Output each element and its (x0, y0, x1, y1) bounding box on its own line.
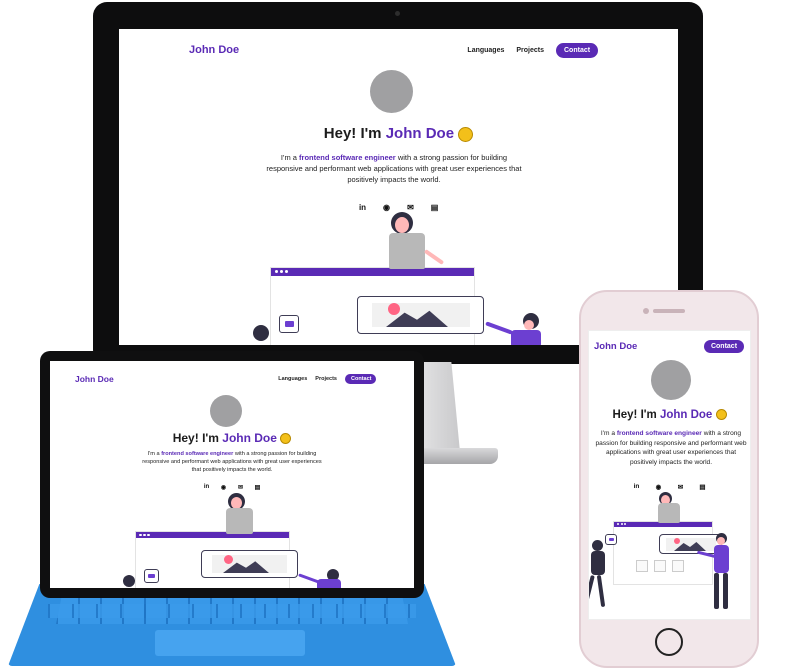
resume-icon[interactable]: ▤ (692, 483, 714, 491)
linkedin-icon[interactable]: in (626, 483, 648, 491)
browser-titlebar (271, 268, 474, 276)
avatar (651, 360, 691, 400)
phone-device: John Doe Contact Hey! I'm John Doe I'm a… (579, 290, 759, 668)
nav-link-projects[interactable]: Projects (315, 376, 337, 382)
hero-bio: I'm a frontend software engineer with a … (264, 153, 524, 186)
hero-name: John Doe (659, 409, 713, 421)
bio-highlight: frontend software engineer (161, 451, 234, 457)
nav-link-languages[interactable]: Languages (278, 376, 307, 382)
brand-logo[interactable]: John Doe (75, 374, 114, 384)
resume-icon[interactable]: ▤ (249, 484, 266, 491)
nav-link-projects[interactable]: Projects (516, 47, 544, 54)
brand-logo[interactable]: John Doe (594, 341, 637, 352)
waving-hand-icon (458, 126, 474, 142)
brand-logo[interactable]: John Doe (189, 44, 239, 56)
contact-button[interactable]: Contact (704, 339, 744, 353)
hero-greeting: Hey! I'm (323, 125, 382, 142)
mail-icon[interactable]: ✉ (232, 484, 249, 491)
github-icon[interactable]: ◉ (215, 484, 232, 491)
hero-bio: I'm a frontend software engineer with a … (595, 429, 747, 467)
hero-illustration (120, 493, 350, 588)
portfolio-site-tablet: John Doe Languages Projects Contact Hey!… (50, 361, 414, 588)
social-links: in ◉ ✉ ▤ (589, 483, 750, 491)
webcam-icon (395, 11, 400, 16)
folder-icon (279, 315, 299, 333)
bio-lead: I'm a (280, 153, 297, 162)
home-button[interactable] (655, 628, 683, 656)
github-icon[interactable]: ◉ (648, 483, 670, 491)
image-card-graphic (659, 534, 722, 554)
trackpad (155, 630, 305, 656)
tablet-screen: John Doe Languages Projects Contact Hey!… (50, 361, 414, 588)
nav-link-languages[interactable]: Languages (467, 47, 504, 54)
hero-name: John Doe (222, 431, 277, 445)
waving-hand-icon (715, 409, 727, 421)
bio-lead: I'm a (600, 430, 615, 437)
front-camera-icon (643, 308, 649, 314)
person-face (395, 217, 409, 233)
avatar (370, 70, 413, 113)
hero-heading: Hey! I'm John Doe (50, 431, 414, 445)
speaker-grille (653, 309, 685, 313)
linkedin-icon[interactable]: in (198, 484, 215, 491)
person-shirt (389, 233, 425, 269)
bio-highlight: frontend software engineer (299, 153, 396, 162)
folder-icon (605, 534, 617, 545)
mail-icon[interactable]: ✉ (670, 483, 692, 491)
portfolio-site-mobile: John Doe Contact Hey! I'm John Doe I'm a… (589, 331, 750, 619)
hero-greeting: Hey! I'm (172, 431, 219, 445)
bio-lead: I'm a (147, 451, 160, 457)
hero-name: John Doe (385, 125, 455, 142)
image-card-graphic (201, 550, 298, 578)
avatar (210, 395, 242, 427)
device-mockup-stage: John Doe Languages Projects Contact Hey!… (0, 0, 794, 672)
folder-icon (144, 569, 159, 583)
contact-button[interactable]: Contact (556, 42, 598, 58)
tablet-device: John Doe Languages Projects Contact Hey!… (40, 351, 424, 598)
hero-greeting: Hey! I'm (612, 409, 657, 421)
hero-heading: Hey! I'm John Doe (589, 409, 750, 421)
waving-hand-icon (280, 433, 292, 445)
social-links: in ◉ ✉ ▤ (50, 484, 414, 491)
contact-button[interactable]: Contact (345, 374, 376, 384)
image-card-graphic (357, 296, 484, 334)
sun-shape (388, 303, 400, 315)
phone-screen: John Doe Contact Hey! I'm John Doe I'm a… (588, 330, 751, 620)
hero-heading: Hey! I'm John Doe (119, 125, 678, 142)
hero-bio: I'm a frontend software engineer with a … (138, 450, 326, 474)
hero-illustration (589, 491, 749, 619)
hero-illustration (249, 209, 549, 345)
bio-highlight: frontend software engineer (616, 430, 702, 437)
